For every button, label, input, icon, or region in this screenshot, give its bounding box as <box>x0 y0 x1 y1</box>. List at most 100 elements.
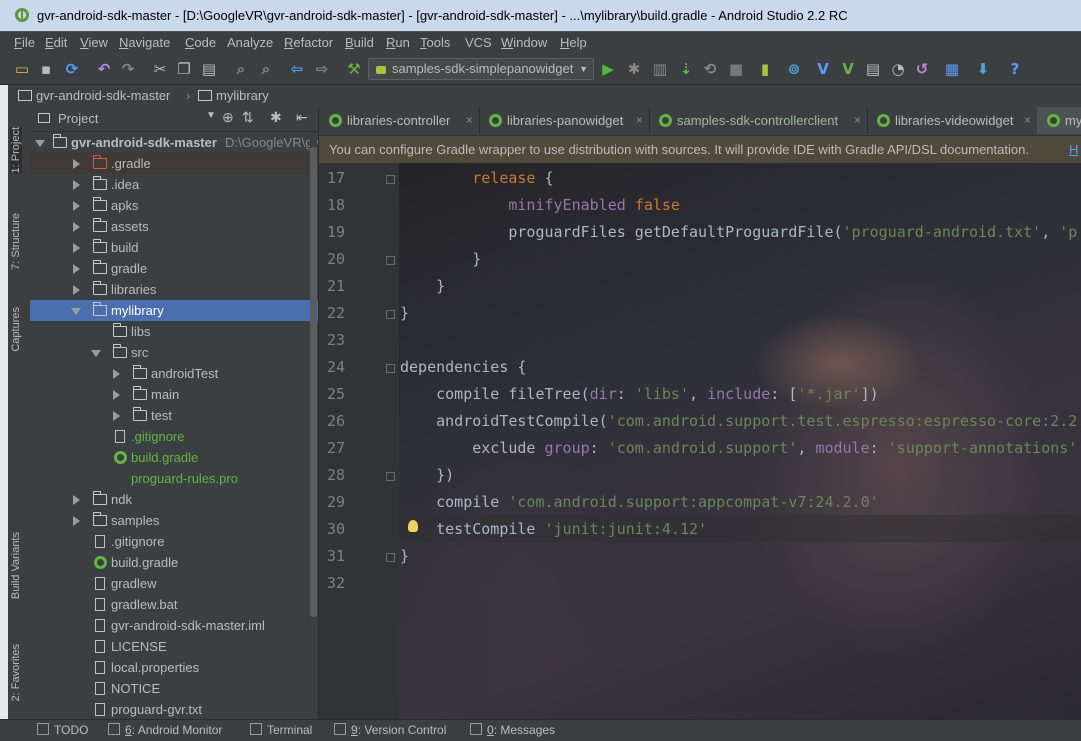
status-tool-todo[interactable]: TODO <box>37 720 88 741</box>
close-icon[interactable]: × <box>636 107 643 134</box>
gear-icon[interactable]: ✱ <box>270 109 282 126</box>
expand-arrow-icon[interactable] <box>113 369 120 379</box>
vcs-update-icon[interactable]: V <box>815 61 831 77</box>
fold-marker-icon[interactable] <box>386 175 395 184</box>
editor-tab[interactable]: samples-sdk-controllerclient × <box>649 107 868 134</box>
expand-arrow-icon[interactable] <box>73 222 80 232</box>
tool-tab-favorites[interactable]: 2: Favorites <box>10 644 22 701</box>
tree-item[interactable]: samples <box>30 510 318 531</box>
tool-tab-structure[interactable]: 7: Structure <box>10 213 22 270</box>
save-icon[interactable]: ▪ <box>38 61 54 77</box>
code-editor[interactable]: 17 18 19 20 21 22 23 24 25 26 27 28 29 30 31 32 release… <box>319 163 1081 719</box>
tree-item[interactable]: assets <box>30 216 318 237</box>
coverage-icon[interactable]: ▥ <box>652 61 668 77</box>
copy-icon[interactable]: ❐ <box>176 61 192 77</box>
status-tool-version-control[interactable]: 9: Version Control <box>334 720 446 741</box>
tree-item[interactable]: .gitignore <box>30 426 318 447</box>
tree-item[interactable]: libs <box>30 321 318 342</box>
cut-icon[interactable]: ✂ <box>152 61 168 77</box>
forward-icon[interactable]: ⇨ <box>314 61 330 77</box>
tree-item[interactable]: proguard-rules.pro <box>30 468 318 489</box>
debug-icon[interactable]: ✱ <box>626 61 642 77</box>
expand-arrow-icon[interactable] <box>73 159 80 169</box>
tree-item[interactable]: gradlew.bat <box>30 594 318 615</box>
editor-tab[interactable]: my <box>1037 107 1081 134</box>
tree-item[interactable]: gvr-android-sdk-master.iml <box>30 615 318 636</box>
breadcrumb-module[interactable]: mylibrary <box>216 85 269 107</box>
tree-item[interactable]: .gitignore <box>30 531 318 552</box>
revert-icon[interactable]: ↺ <box>914 61 930 77</box>
menu-refactor[interactable]: Refactor <box>284 35 333 50</box>
fold-marker-icon[interactable] <box>386 472 395 481</box>
menu-vcs[interactable]: VCS <box>465 35 492 50</box>
fold-marker-icon[interactable] <box>386 553 395 562</box>
tree-item[interactable]: .gradle <box>30 153 318 174</box>
menu-window[interactable]: Window <box>501 35 547 50</box>
menu-edit[interactable]: Edit <box>45 35 67 50</box>
tree-item[interactable]: build.gradle <box>30 552 318 573</box>
expand-arrow-icon[interactable] <box>73 180 80 190</box>
hide-panel-icon[interactable]: ⇤ <box>296 109 308 126</box>
expand-arrow-icon[interactable] <box>113 390 120 400</box>
menu-run[interactable]: Run <box>386 35 410 50</box>
close-icon[interactable]: × <box>854 107 861 134</box>
tree-item[interactable]: build.gradle <box>30 447 318 468</box>
status-tool-terminal[interactable]: Terminal <box>250 720 312 741</box>
chevron-down-icon[interactable]: ▼ <box>206 110 216 121</box>
attach-debugger-icon[interactable]: ⟲ <box>702 61 718 77</box>
tree-item[interactable]: src <box>30 342 318 363</box>
tree-item[interactable]: local.properties <box>30 657 318 678</box>
run-icon[interactable]: ▶ <box>600 61 616 77</box>
expand-arrow-icon[interactable] <box>113 411 120 421</box>
vcs-push-icon[interactable]: ▤ <box>865 61 881 77</box>
menu-help[interactable]: Help <box>560 35 587 50</box>
expand-arrow-icon[interactable] <box>73 201 80 211</box>
vcs-history-icon[interactable]: ◔ <box>890 61 906 77</box>
close-icon[interactable]: × <box>466 107 473 134</box>
breadcrumb-root[interactable]: gvr-android-sdk-master <box>36 85 170 107</box>
tree-item[interactable]: .idea <box>30 174 318 195</box>
menu-tools[interactable]: Tools <box>420 35 450 50</box>
menu-analyze[interactable]: Analyze <box>227 35 273 50</box>
sdk-manager-icon[interactable]: ⊚ <box>786 61 802 77</box>
tool-tab-build-variants[interactable]: Build Variants <box>10 532 22 599</box>
tool-tab-project[interactable]: 1: Project <box>10 127 22 174</box>
undo-icon[interactable]: ↶ <box>96 61 112 77</box>
fold-marker-icon[interactable] <box>386 256 395 265</box>
lightbulb-icon[interactable] <box>408 520 418 532</box>
tree-item[interactable]: mylibrary <box>30 300 318 321</box>
tree-item[interactable]: gradlew <box>30 573 318 594</box>
run-configuration-select[interactable]: samples-sdk-simplepanowidget ▼ <box>368 58 594 80</box>
tree-item[interactable]: apks <box>30 195 318 216</box>
tree-item[interactable]: NOTICE <box>30 678 318 699</box>
tool-tab-captures[interactable]: Captures <box>10 307 22 352</box>
sync-icon[interactable]: ⟳ <box>64 61 80 77</box>
project-view-mode-select[interactable]: Project <box>58 111 98 126</box>
menu-file[interactable]: File <box>14 35 35 50</box>
tree-item[interactable]: test <box>30 405 318 426</box>
tree-item[interactable]: proguard-gvr.txt <box>30 699 318 719</box>
vcs-commit-icon[interactable]: V <box>840 61 856 77</box>
replace-icon[interactable]: ⌕ <box>258 61 274 77</box>
tree-item[interactable]: gradle <box>30 258 318 279</box>
menu-build[interactable]: Build <box>345 35 374 50</box>
tree-item[interactable]: ndk <box>30 489 318 510</box>
menu-view[interactable]: View <box>80 35 108 50</box>
tree-item[interactable]: androidTest <box>30 363 318 384</box>
menu-navigate[interactable]: Navigate <box>119 35 170 50</box>
avd-manager-icon[interactable]: ▮ <box>757 61 773 77</box>
menu-code[interactable]: Code <box>185 35 216 50</box>
tree-root[interactable]: gvr-android-sdk-master D:\GoogleVR\gv <box>30 132 318 153</box>
editor-tab[interactable]: libraries-videowidget × <box>867 107 1038 134</box>
project-scrollbar-thumb[interactable] <box>310 147 317 617</box>
expand-arrow-icon[interactable] <box>73 243 80 253</box>
open-folder-icon[interactable]: ▭ <box>14 61 30 77</box>
status-tool-android-monitor[interactable]: 6: Android Monitor <box>108 720 222 741</box>
editor-tab[interactable]: libraries-controller × <box>319 107 480 134</box>
monitor-icon[interactable]: ⬇ <box>975 61 991 77</box>
tree-item[interactable]: main <box>30 384 318 405</box>
find-icon[interactable]: ⌕ <box>233 61 249 77</box>
tree-item[interactable]: build <box>30 237 318 258</box>
expand-arrow-icon[interactable] <box>73 264 80 274</box>
tree-item[interactable]: LICENSE <box>30 636 318 657</box>
